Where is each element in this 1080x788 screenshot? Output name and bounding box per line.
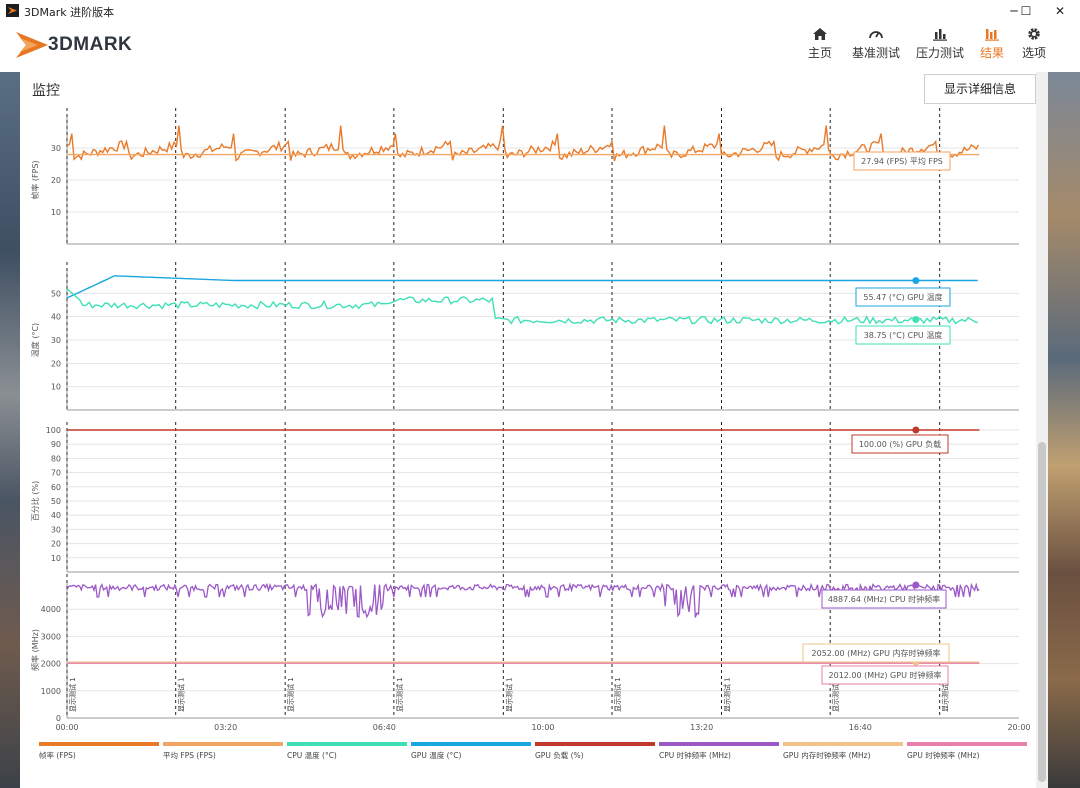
- x-tick-label: 10:00: [531, 723, 554, 732]
- legend-swatch: [535, 742, 655, 746]
- y-tick-label: 50: [51, 289, 61, 298]
- y-tick-label: 3000: [41, 632, 61, 641]
- y-tick-label: 20: [51, 540, 61, 549]
- legend-swatch: [287, 742, 407, 746]
- gpu-temp-end-point: [912, 277, 920, 285]
- test-marker-label: 显示测试 1: [286, 677, 295, 712]
- window-titlebar: 3DMark 进阶版本 ─ ☐ ✕: [0, 0, 1080, 23]
- y-tick-label: 10: [51, 208, 61, 217]
- gear-icon: [1028, 28, 1040, 40]
- y-tick-label: 50: [51, 497, 61, 506]
- legend-label: 帧率 (FPS): [39, 750, 76, 760]
- gpu-load-end-point: [912, 426, 920, 434]
- 3dmark-logo-icon: [16, 32, 48, 58]
- scrollbar-thumb[interactable]: [1038, 442, 1046, 782]
- app-logo-icon: [6, 4, 19, 17]
- value-callout-text: 100.00 (%) GPU 负载: [859, 439, 941, 449]
- y-tick-label: 1000: [41, 687, 61, 696]
- legend-swatch: [783, 742, 903, 746]
- y-tick-label: 4000: [41, 605, 61, 614]
- background-art-right: [1048, 72, 1080, 788]
- y-axis-label: 温度 (°C): [30, 323, 40, 357]
- legend-label: 平均 FPS (FPS): [163, 750, 216, 760]
- value-callout-text: 38.75 (°C) CPU 温度: [864, 330, 943, 340]
- value-callout-text: 55.47 (°C) GPU 温度: [863, 292, 942, 302]
- x-tick-label: 16:40: [849, 723, 872, 732]
- legend-swatch: [411, 742, 531, 746]
- results-icon: [985, 29, 999, 41]
- nav-options[interactable]: 选项: [1022, 26, 1046, 61]
- test-marker-label: 显示测试 1: [723, 677, 732, 712]
- legend-label: GPU 内存时钟频率 (MHz): [783, 750, 871, 760]
- y-tick-label: 10: [51, 554, 61, 563]
- y-tick-label: 40: [51, 313, 61, 322]
- test-marker-label: 显示测试 1: [395, 677, 404, 712]
- value-callout-text: 27.94 (FPS) 平均 FPS: [861, 156, 943, 166]
- y-tick-label: 2000: [41, 660, 61, 669]
- y-tick-label: 20: [51, 359, 61, 368]
- nav-benchmarks[interactable]: 基准测试: [852, 26, 900, 61]
- test-marker-label: 显示测试 1: [504, 677, 513, 712]
- y-tick-label: 60: [51, 483, 61, 492]
- x-tick-label: 06:40: [373, 723, 396, 732]
- background-art-left: [0, 72, 20, 788]
- monitoring-chart: 10 20 30 帧率 (FPS) 10 20 30 40 50 温度 (°C) 10 20 30 40 5…: [30, 108, 1031, 760]
- watermark: 值 | 什么值得买: [918, 757, 1037, 777]
- legend-swatch: [163, 742, 283, 746]
- x-tick-label: 13:20: [690, 723, 713, 732]
- nav-label: 主页: [808, 46, 833, 60]
- test-marker-label: 显示测试 1: [613, 677, 622, 712]
- y-tick-label: 90: [51, 440, 61, 449]
- legend-swatch: [907, 742, 1027, 746]
- y-tick-label: 30: [51, 144, 61, 153]
- y-tick-label: 100: [46, 426, 61, 435]
- value-callout-text: 2012.00 (MHz) GPU 时钟频率: [829, 670, 942, 680]
- legend-label: GPU 负载 (%): [535, 750, 584, 760]
- nav-label: 选项: [1022, 46, 1047, 60]
- x-tick-label: 03:20: [214, 723, 237, 732]
- y-tick-label: 70: [51, 469, 61, 478]
- y-tick-label: 20: [51, 176, 61, 185]
- nav-results[interactable]: 结果: [980, 26, 1004, 61]
- y-tick-label: 80: [51, 454, 61, 463]
- gpu-temp-series-line: [66, 275, 978, 299]
- y-axis-label: 百分比 (%): [30, 481, 40, 521]
- cpu-clock-end-point: [912, 581, 920, 589]
- nav-home[interactable]: 主页: [808, 26, 832, 61]
- cpu-temp-series-line: [66, 288, 978, 325]
- y-axis-label: 帧率 (FPS): [30, 160, 40, 199]
- y-tick-label: 40: [51, 511, 61, 520]
- legend-swatch: [39, 742, 159, 746]
- test-marker-label: 显示测试 1: [68, 677, 77, 712]
- x-tick-label: 00:00: [55, 723, 78, 732]
- bar-chart-icon: [933, 29, 947, 41]
- legend-label: CPU 温度 (°C): [287, 750, 337, 760]
- legend-swatch: [659, 742, 779, 746]
- close-button[interactable]: ✕: [1040, 0, 1080, 22]
- nav-label: 结果: [980, 46, 1005, 60]
- y-tick-label: 10: [51, 383, 61, 392]
- window-title: 3DMark 进阶版本: [24, 6, 115, 19]
- y-axis-label: 频率 (MHz): [30, 629, 40, 671]
- y-tick-label: 30: [51, 525, 61, 534]
- brand-name: 3DMARK: [48, 34, 133, 55]
- test-marker-label: 显示测试 1: [177, 677, 186, 712]
- monitoring-panel: 监控 显示详细信息 10 20 30 帧率 (FPS) 10 20 30 40 50 温度 (°C…: [20, 72, 1036, 788]
- app-header: 3DMARK 主页 基准测试 压力测试 结果 选项: [0, 22, 1080, 72]
- value-callout-text: 4887.64 (MHz) CPU 时钟频率: [828, 594, 940, 604]
- nav-stress-tests[interactable]: 压力测试: [916, 26, 964, 61]
- scrollbar[interactable]: [1036, 72, 1048, 788]
- x-tick-label: 20:00: [1007, 723, 1030, 732]
- legend-label: CPU 时钟频率 (MHz): [659, 750, 731, 760]
- legend-label: GPU 温度 (°C): [411, 750, 462, 760]
- fps-series-line: [66, 125, 980, 163]
- home-icon: [813, 28, 827, 40]
- nav-label: 压力测试: [916, 46, 965, 60]
- gauge-icon: [869, 31, 883, 39]
- nav-label: 基准测试: [852, 46, 901, 60]
- value-callout-text: 2052.00 (MHz) GPU 内存时钟频率: [812, 648, 941, 658]
- cpu-temp-end-point: [912, 316, 920, 324]
- y-tick-label: 30: [51, 336, 61, 345]
- y-tick-label: 0: [56, 714, 61, 723]
